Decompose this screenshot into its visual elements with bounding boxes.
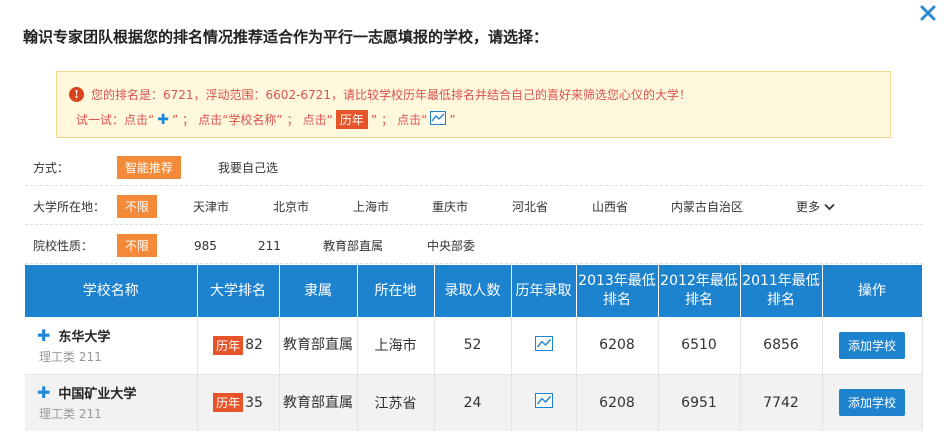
filter-label-type: 院校性质： [33,239,94,253]
filter-option-manual[interactable]: 我要自己选 [218,159,278,176]
filter-option-shanghai[interactable]: 上海市 [353,198,389,215]
history-badge[interactable]: 历年 [213,393,244,412]
school-name[interactable]: 东华大学 [58,326,110,345]
header-admitted: 录取人数 [434,265,512,317]
notice-line-tips: 试一试：点击“ ✚ ” ； 点击“学校名称” ； 点击“ 历年 ” ； 点击“ … [76,110,456,129]
affiliation-cell: 教育部直属 [279,317,358,375]
filter-option-moe[interactable]: 教育部直属 [323,237,383,254]
min-rank-2012: 6510 [658,317,741,375]
table-row: ✚ 中国矿业大学 理工类 211 历年 35 教育部直属 江苏省 24 6208… [25,374,923,432]
filter-option-central[interactable]: 中央部委 [427,237,475,254]
filter-option-tianjin[interactable]: 天津市 [193,198,229,215]
location-cell: 江苏省 [357,374,435,432]
filter-label-method: 方式： [33,161,70,175]
school-name[interactable]: 中国矿业大学 [58,383,136,402]
header-action: 操作 [822,265,923,317]
filter-more-button[interactable]: 更多 [796,198,835,215]
tip-separator: ； [182,113,195,127]
tip-quote-close: ” [171,112,179,127]
rank-message: 您的排名是：6721，浮动范围：6602-6721，请比较学校历年最低排名并结合… [91,88,691,102]
admitted-cell: 24 [434,374,512,432]
more-label: 更多 [796,200,821,214]
filter-option-hebei[interactable]: 河北省 [512,198,548,215]
plus-icon[interactable]: ✚ [37,383,50,402]
tip-click-name: 点击“学校名称” [198,113,283,127]
header-2013: 2013年最低排名 [576,265,659,317]
notice-box: ! 您的排名是：6721，浮动范围：6602-6721，请比较学校历年最低排名并… [56,71,891,138]
min-rank-2013: 6208 [576,317,659,375]
filter-row-location: 大学所在地： 不限 天津市 北京市 上海市 重庆市 河北省 山西省 内蒙古自治区… [25,189,923,225]
filter-row-type: 院校性质： 不限 985 211 教育部直属 中央部委 [25,228,923,264]
filter-option-beijing[interactable]: 北京市 [273,198,309,215]
header-rank: 大学排名 [197,265,280,317]
tip-click-chart-post: ” [449,112,456,127]
hist-badge-sample: 历年 [335,110,368,129]
school-cell: ✚ 东华大学 理工类 211 [25,317,198,375]
tip-click-hist-post: ” [370,112,378,127]
filter-label-location: 大学所在地： [33,200,106,214]
school-category: 理工类 211 [39,407,102,421]
line-chart-icon[interactable] [534,335,553,355]
header-2012: 2012年最低排名 [658,265,741,317]
history-chart-cell [511,317,577,375]
min-rank-2013: 6208 [576,374,659,432]
action-cell: 添加学校 [822,317,923,375]
rank-cell: 历年 35 [197,374,280,432]
rank-cell: 历年 82 [197,317,280,375]
plus-icon[interactable]: ✚ [37,326,50,345]
filter-option-211[interactable]: 211 [258,239,281,253]
info-icon: ! [69,87,84,102]
tip-separator: ； [381,113,394,127]
rank-value: 82 [245,337,263,354]
school-category: 理工类 211 [39,349,102,364]
tip-click-chart-pre: 点击“ [397,113,428,127]
close-button[interactable] [917,2,939,24]
tip-click-hist-pre: 点击“ [302,113,333,127]
school-name-line: ✚ 中国矿业大学 [37,383,197,402]
plus-icon: ✚ [157,111,169,128]
rank-value: 35 [245,394,263,411]
schools-table: 学校名称 大学排名 隶属 所在地 录取人数 历年录取 2013年最低排名 201… [25,265,923,432]
filter-option-shanxi[interactable]: 山西省 [592,198,628,215]
location-cell: 上海市 [357,317,435,375]
table-header-row: 学校名称 大学排名 隶属 所在地 录取人数 历年录取 2013年最低排名 201… [25,265,923,317]
header-affiliation: 隶属 [279,265,358,317]
line-chart-icon [430,111,447,128]
history-badge[interactable]: 历年 [213,335,244,355]
header-location: 所在地 [357,265,435,317]
header-2011: 2011年最低排名 [740,265,823,317]
admitted-cell: 52 [434,317,512,375]
school-cell: ✚ 中国矿业大学 理工类 211 [25,374,198,432]
history-chart-cell [511,374,577,432]
min-rank-2011: 7742 [740,374,823,432]
close-icon [920,5,936,21]
header-school-name: 学校名称 [25,265,198,317]
line-chart-icon[interactable] [534,393,553,412]
filter-option-chongqing[interactable]: 重庆市 [432,198,468,215]
min-rank-2012: 6951 [658,374,741,432]
add-school-button[interactable]: 添加学校 [838,389,905,416]
filter-option-985[interactable]: 985 [194,239,217,253]
chevron-down-icon [824,203,835,210]
filter-option-smart[interactable]: 智能推荐 [117,156,182,179]
tip-prefix: 试一试：点击“ [76,113,155,127]
notice-line-rank: ! 您的排名是：6721，浮动范围：6602-6721，请比较学校历年最低排名并… [69,86,691,103]
filter-row-method: 方式： 智能推荐 我要自己选 [25,150,923,186]
tip-separator: ； [286,113,299,127]
action-cell: 添加学校 [822,374,923,432]
add-school-button[interactable]: 添加学校 [838,331,905,359]
filter-option-any-location[interactable]: 不限 [117,195,158,218]
filter-option-any-type[interactable]: 不限 [117,234,158,257]
affiliation-cell: 教育部直属 [279,374,358,432]
min-rank-2011: 6856 [740,317,823,375]
header-history: 历年录取 [511,265,577,317]
school-name-line: ✚ 东华大学 [37,326,197,345]
dialog-title: 翰识专家团队根据您的排名情况推荐适合作为平行一志愿填报的学校，请选择： [23,28,549,46]
filter-option-inner-mongolia[interactable]: 内蒙古自治区 [671,198,743,215]
table-row: ✚ 东华大学 理工类 211 历年 82 教育部直属 上海市 52 6208 6… [25,317,923,375]
